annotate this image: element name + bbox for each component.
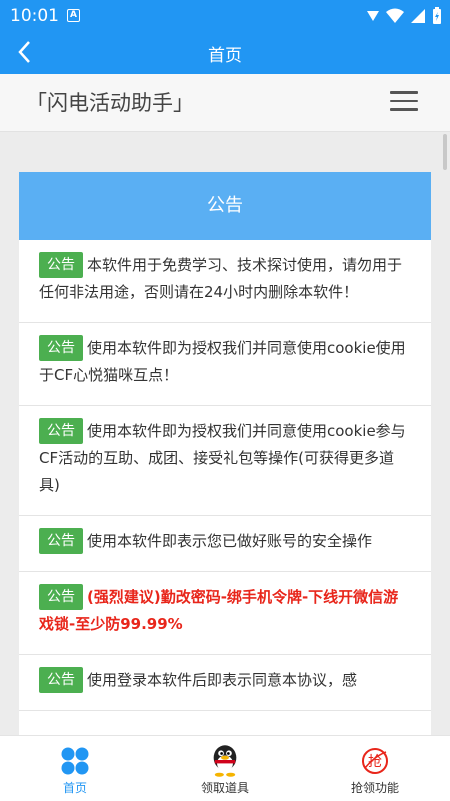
notice-badge: 公告 — [39, 667, 83, 693]
menu-line — [390, 91, 418, 94]
app-bar: 「闪电活动助手」 — [0, 74, 450, 132]
notice-badge: 公告 — [39, 335, 83, 361]
scrollbar[interactable] — [443, 134, 447, 170]
wifi-icon — [386, 8, 404, 23]
tab-label: 首页 — [62, 781, 87, 795]
notice-list: 公告 本软件用于免费学习、技术探讨使用，请勿用于任何非法用途，否则请在24小时内删… — [19, 240, 431, 711]
notification-icon: A — [67, 9, 80, 22]
notice-badge: 公告 — [39, 528, 83, 554]
tab-grab-functions[interactable]: 抢 抢领功能 — [300, 736, 450, 801]
signal-icon — [367, 11, 379, 21]
notice-text: 使用本软件即为授权我们并同意使用cookie使用于CF心悦猫咪互点！ — [39, 339, 406, 384]
hamburger-menu-button[interactable] — [390, 91, 418, 113]
tab-claim-items[interactable]: 领取道具 — [150, 736, 300, 801]
notice-badge: 公告 — [39, 252, 83, 278]
app-brand: 「闪电活动助手」 — [26, 91, 194, 115]
status-bar: 10:01 A — [0, 0, 450, 32]
svg-text:抢: 抢 — [368, 753, 382, 770]
notice-item: 公告 使用本软件即为授权我们并同意使用cookie使用于CF心悦猫咪互点！ — [19, 323, 431, 406]
notice-heading: 公告 — [19, 172, 431, 240]
notice-item: 公告 本软件用于免费学习、技术探讨使用，请勿用于任何非法用途，否则请在24小时内删… — [19, 240, 431, 323]
notice-text: 使用本软件即为授权我们并同意使用cookie参与CF活动的互助、成团、接受礼包等… — [39, 422, 406, 494]
menu-line — [390, 99, 418, 102]
notice-badge: 公告 — [39, 584, 83, 610]
grab-icon: 抢 — [362, 748, 388, 774]
grid-icon — [61, 747, 89, 775]
tab-home[interactable]: 首页 — [0, 736, 150, 801]
notice-text: 使用本软件即表示您已做好账号的安全操作 — [87, 532, 373, 550]
notice-item: 公告 (强烈建议)勤改密码-绑手机令牌-下线开微信游戏锁-至少防99.99% — [19, 572, 431, 655]
notice-text: 本软件用于免费学习、技术探讨使用，请勿用于任何非法用途，否则请在24小时内删除本… — [39, 256, 403, 301]
notice-text: 使用登录本软件后即表示同意本协议，感 — [87, 671, 358, 689]
menu-line — [390, 108, 418, 111]
toolbar: 首页 — [0, 32, 450, 74]
notice-item: 公告 使用本软件即表示您已做好账号的安全操作 — [19, 516, 431, 572]
tab-label: 领取道具 — [200, 781, 249, 795]
battery-icon — [433, 7, 441, 24]
tab-label: 抢领功能 — [350, 781, 399, 795]
notice-item: 公告 使用登录本软件后即表示同意本协议，感 — [19, 655, 431, 711]
page-title: 首页 — [208, 46, 242, 66]
status-time: 10:01 — [10, 6, 59, 26]
penguin-icon — [213, 745, 237, 777]
notice-text: (强烈建议)勤改密码-绑手机令牌-下线开微信游戏锁-至少防99.99% — [39, 588, 399, 633]
cellular-icon — [411, 9, 425, 23]
notice-card: 公告 公告 本软件用于免费学习、技术探讨使用，请勿用于任何非法用途，否则请在24小… — [19, 172, 431, 792]
system-icons — [366, 7, 442, 25]
notice-badge: 公告 — [39, 418, 83, 444]
bottom-tab-bar: 首页 领取道具 抢 抢领功能 — [0, 735, 450, 801]
notice-item: 公告 使用本软件即为授权我们并同意使用cookie参与CF活动的互助、成团、接受礼… — [19, 406, 431, 516]
